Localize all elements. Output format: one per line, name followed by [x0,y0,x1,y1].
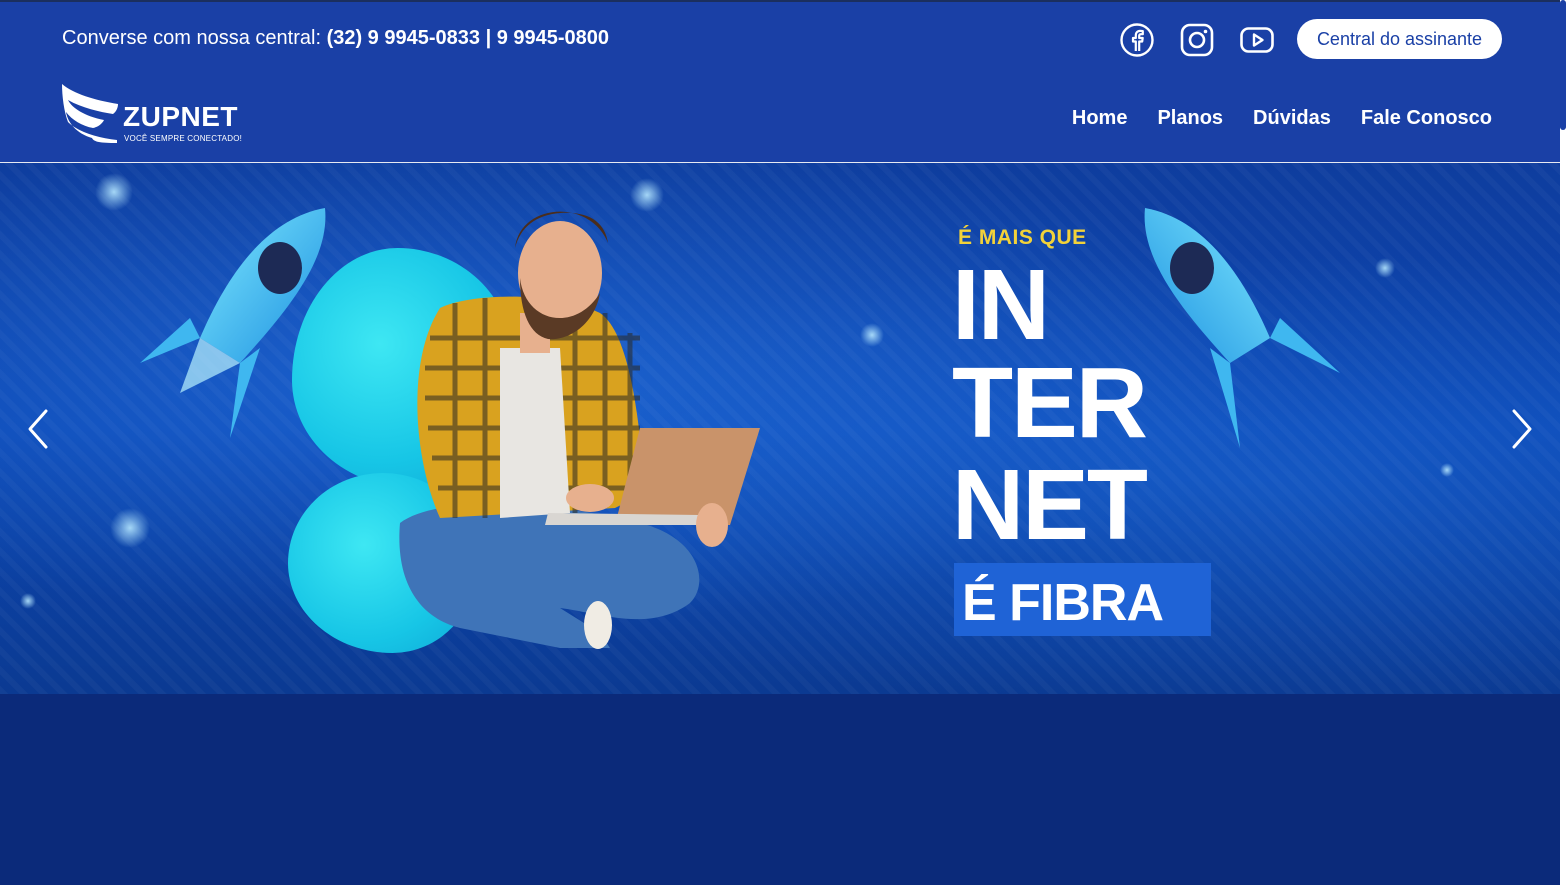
hero-fibra-text: É FIBRA [962,574,1164,632]
logo-wordmark: ZUPNET [123,101,238,132]
carousel-next-button[interactable] [1502,405,1542,453]
subscriber-area-button[interactable]: Central do assinante [1297,19,1502,59]
logo-tagline: VOCÊ SEMPRE CONECTADO! [124,134,243,143]
nav-planos[interactable]: Planos [1157,102,1223,134]
nav-home[interactable]: Home [1072,102,1128,134]
facebook-icon[interactable] [1117,20,1157,60]
chevron-left-icon [28,409,48,449]
person-with-laptop-illustration [399,211,760,649]
logo[interactable]: ZUPNET VOCÊ SEMPRE CONECTADO! [60,82,245,148]
hero-banner: É MAIS QUE IN TER NET É FIBRA [0,163,1560,694]
nav-duvidas[interactable]: Dúvidas [1253,102,1331,134]
carousel-prev-button[interactable] [18,405,58,453]
wing-logo-icon [62,84,118,143]
scrollbar-thumb[interactable] [1560,0,1566,130]
scrollbar-track[interactable] [1560,0,1566,885]
instagram-icon[interactable] [1177,20,1217,60]
youtube-icon[interactable] [1237,20,1277,60]
page: Converse com nossa central: (32) 9 9945-… [0,0,1566,885]
chevron-right-icon [1512,409,1532,449]
contact-phones: (32) 9 9945-0833 | 9 9945-0800 [326,27,610,49]
main-nav: Home Planos Dúvidas Fale Conosco [1072,102,1492,134]
contact-text: Converse com nossa central: (32) 9 9945-… [62,24,609,52]
site-header: Converse com nossa central: (32) 9 9945-… [0,0,1560,163]
hero-word-in: IN [952,249,1050,361]
hero-word-net: NET [952,449,1148,561]
hero-word-ter: TER [952,347,1148,459]
contact-prefix: Converse com nossa central: [62,27,327,49]
nav-fale-conosco[interactable]: Fale Conosco [1361,102,1492,134]
hero-kicker: É MAIS QUE [958,226,1087,249]
